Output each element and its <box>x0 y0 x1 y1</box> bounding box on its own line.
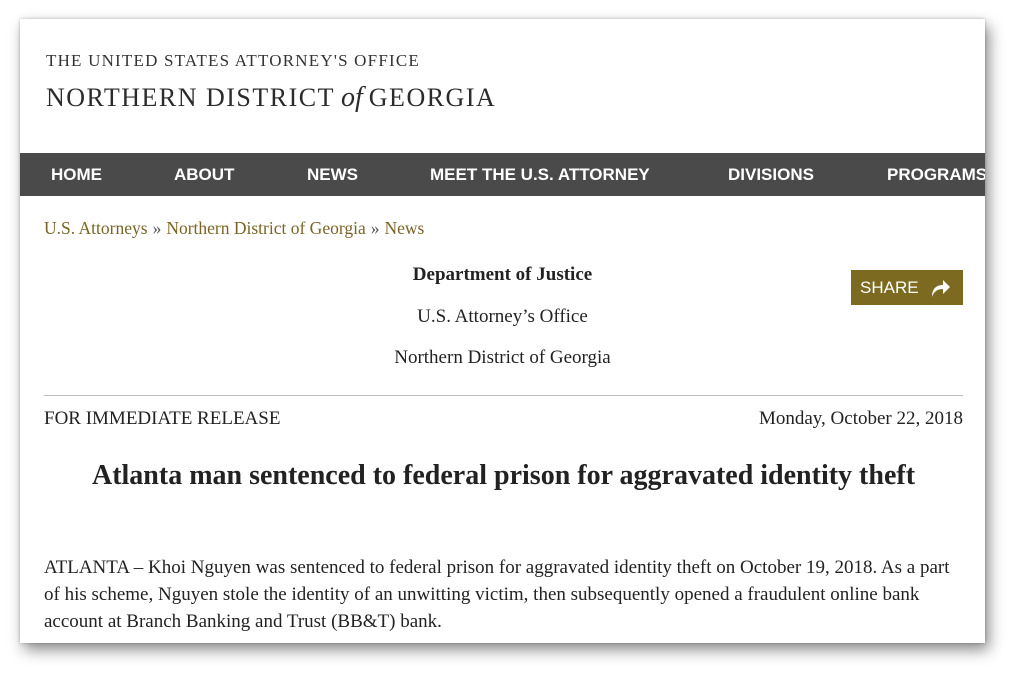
share-arrow-icon <box>931 279 950 297</box>
nav-item-home[interactable]: HOME <box>51 153 102 196</box>
release-date: Monday, October 22, 2018 <box>758 408 963 429</box>
district-name-of: of <box>341 82 363 113</box>
release-label: FOR IMMEDIATE RELEASE <box>44 408 281 429</box>
nav-item-divisions[interactable]: DIVISIONS <box>728 153 814 196</box>
main-nav: HOME ABOUT NEWS MEET THE U.S. ATTORNEY D… <box>20 153 985 196</box>
page-card: The United States Attorney's Office NORT… <box>20 19 985 643</box>
share-label: SHARE <box>860 277 919 297</box>
site-header[interactable]: The United States Attorney's Office NORT… <box>46 51 496 114</box>
nav-item-news[interactable]: NEWS <box>307 153 358 196</box>
article-headline: Atlanta man sentenced to federal prison … <box>91 460 916 491</box>
breadcrumb: U.S. Attorneys» Northern District of Geor… <box>44 218 424 239</box>
site-header-district: NORTHERN DISTRICT of GEORGIA <box>46 82 496 114</box>
divider <box>44 395 963 396</box>
nav-item-programs[interactable]: PROGRAMS <box>887 153 985 196</box>
breadcrumb-separator: » <box>152 218 162 238</box>
district-name-part1: NORTHERN DISTRICT <box>46 83 335 112</box>
dept-title: Department of Justice <box>412 264 593 285</box>
breadcrumb-separator: » <box>370 218 380 238</box>
breadcrumb-us-attorneys[interactable]: U.S. Attorneys <box>44 218 148 238</box>
nav-item-meet-attorney[interactable]: MEET THE U.S. ATTORNEY <box>430 153 650 196</box>
dept-district: Northern District of Georgia <box>394 347 611 368</box>
breadcrumb-district[interactable]: Northern District of Georgia <box>166 218 365 238</box>
site-header-agency: The United States Attorney's Office <box>46 51 420 70</box>
nav-item-about[interactable]: ABOUT <box>174 153 234 196</box>
breadcrumb-news[interactable]: News <box>384 218 424 238</box>
share-button[interactable]: SHARE <box>851 270 963 305</box>
district-name-part2: GEORGIA <box>368 83 497 112</box>
article-body: ATLANTA – Khoi Nguyen was sentenced to f… <box>44 557 950 632</box>
dept-office: U.S. Attorney’s Office <box>417 306 588 327</box>
